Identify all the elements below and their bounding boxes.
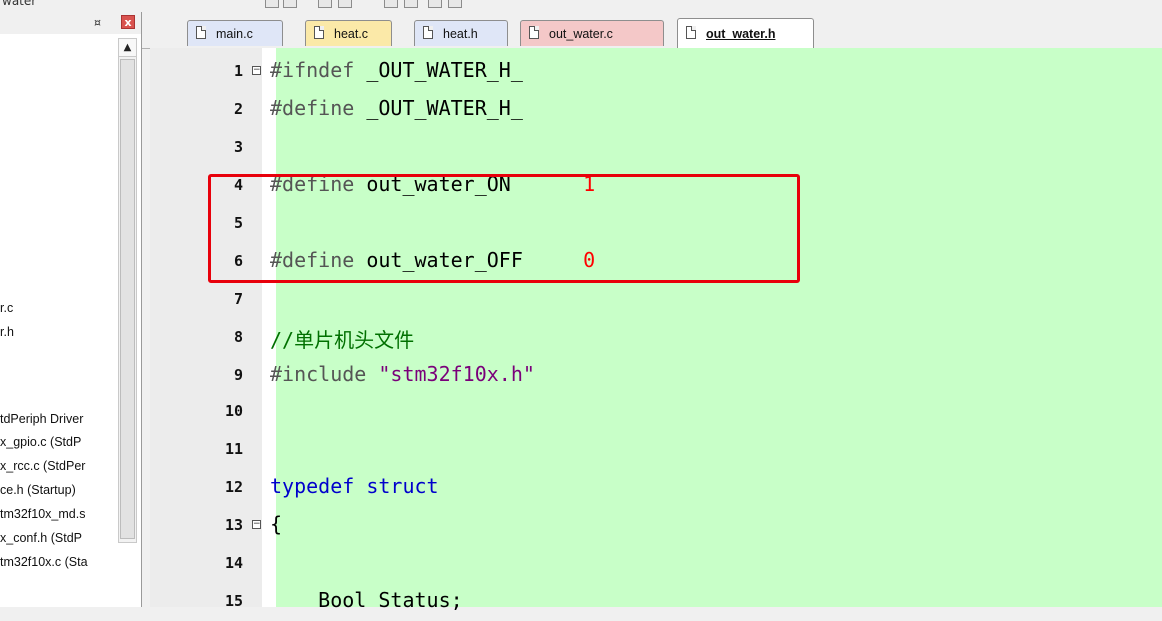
code-line[interactable]: 1− #ifndef _OUT_WATER_H_ xyxy=(150,54,1162,91)
tab-heat-c[interactable]: heat.c xyxy=(305,20,392,46)
project-file-item[interactable]: x_conf.h (StdP xyxy=(0,527,118,549)
line-number: 4 xyxy=(233,176,243,194)
document-icon xyxy=(196,26,206,39)
toolbar-icon-2[interactable] xyxy=(283,0,297,8)
code-text: #define out_water_OFF 0 xyxy=(270,248,595,272)
document-icon xyxy=(529,26,539,39)
code-line[interactable]: 12 typedef struct xyxy=(150,470,1162,507)
code-text: #define _OUT_WATER_H_ xyxy=(270,96,523,120)
tab-label: heat.h xyxy=(443,27,478,41)
code-line[interactable]: 5 xyxy=(150,206,1162,243)
code-token-pp: #include xyxy=(270,362,367,386)
code-token-rest: { xyxy=(270,512,283,536)
code-token-rest: _OUT_WATER_H_ xyxy=(354,96,523,120)
line-number: 13 xyxy=(224,516,243,534)
line-number: 9 xyxy=(233,366,243,384)
editor-tab-bar: main.c heat.c heat.h out_water.c out_wat… xyxy=(142,12,1162,49)
document-icon xyxy=(423,26,433,39)
code-token-num: 0 xyxy=(583,248,596,272)
toolbar-icon-5[interactable] xyxy=(384,0,398,8)
scroll-thumb[interactable] xyxy=(120,59,135,539)
toolbar-icon-8[interactable] xyxy=(448,0,462,8)
code-line[interactable]: 4 #define out_water_ON 1 xyxy=(150,168,1162,205)
code-line[interactable]: 9 #include "stm32f10x.h" xyxy=(150,358,1162,395)
toolbar-icon-6[interactable] xyxy=(404,0,418,8)
code-text: #define out_water_ON 1 xyxy=(270,172,595,196)
project-panel: ¤ x ▲ r.c r.h tdPeriph Driver x_gpio.c (… xyxy=(0,12,142,607)
code-text: //单片机头文件 xyxy=(270,324,414,353)
project-panel-header: ¤ x xyxy=(0,12,141,34)
pin-icon[interactable]: ¤ xyxy=(94,16,101,29)
line-number: 2 xyxy=(233,100,243,118)
document-icon xyxy=(686,26,696,39)
code-token-rest: out_water_ON xyxy=(354,172,584,196)
tab-label: main.c xyxy=(216,27,253,41)
code-line[interactable]: 2 #define _OUT_WATER_H_ xyxy=(150,92,1162,129)
fold-collapse-icon[interactable]: − xyxy=(252,66,261,75)
document-icon xyxy=(314,26,324,39)
fold-collapse-icon[interactable]: − xyxy=(252,520,261,529)
code-token-pp: #define xyxy=(270,248,355,272)
line-number: 10 xyxy=(224,402,243,420)
code-token-num: 1 xyxy=(583,172,596,196)
code-token-pp: #define xyxy=(270,172,355,196)
tab-label: heat.c xyxy=(334,27,369,41)
tab-heat-h[interactable]: heat.h xyxy=(414,20,508,46)
line-number: 5 xyxy=(233,214,243,232)
toolbar-icon-1[interactable] xyxy=(265,0,279,8)
code-text: #ifndef _OUT_WATER_H_ xyxy=(270,58,523,82)
code-token-cmt: //单片机头文件 xyxy=(270,328,415,352)
project-file-item[interactable]: tm32f10x.c (Sta xyxy=(0,551,118,573)
tab-out-water-c[interactable]: out_water.c xyxy=(520,20,664,46)
code-token-kw: typedef struct xyxy=(270,474,439,498)
code-text: typedef struct xyxy=(270,474,439,498)
line-number: 7 xyxy=(233,290,243,308)
code-token-rest: Bool Status; xyxy=(270,588,463,612)
line-number: 1 xyxy=(233,62,243,80)
code-token-rest: _OUT_WATER_H_ xyxy=(354,58,523,82)
code-token-pp: #define xyxy=(270,96,355,120)
code-text: { xyxy=(270,512,282,536)
project-file-item[interactable]: tdPeriph Driver xyxy=(0,408,118,430)
toolbar-icon-4[interactable] xyxy=(338,0,352,8)
code-token-rest: out_water_OFF xyxy=(354,248,584,272)
toolbar-icon-3[interactable] xyxy=(318,0,332,8)
project-file-item[interactable]: tm32f10x_md.s xyxy=(0,503,118,525)
line-number: 12 xyxy=(224,478,243,496)
code-line[interactable]: 3 xyxy=(150,130,1162,167)
tab-out-water-h[interactable]: out_water.h xyxy=(677,18,814,48)
code-text: #include "stm32f10x.h" xyxy=(270,362,535,386)
line-number: 15 xyxy=(224,592,243,610)
project-file-item[interactable]: ce.h (Startup) xyxy=(0,479,118,501)
line-number: 3 xyxy=(233,138,243,156)
code-line[interactable]: 10 xyxy=(150,394,1162,431)
code-line[interactable]: 8 //单片机头文件 xyxy=(150,320,1162,357)
code-token-str: "stm32f10x.h" xyxy=(366,362,535,386)
toolbar-icon-7[interactable] xyxy=(428,0,442,8)
line-number: 14 xyxy=(224,554,243,572)
line-number: 6 xyxy=(233,252,243,270)
project-panel-scrollbar[interactable]: ▲ xyxy=(118,38,137,543)
code-line[interactable]: 11 xyxy=(150,432,1162,469)
project-file-item[interactable]: x_gpio.c (StdP xyxy=(0,431,118,453)
line-number: 11 xyxy=(224,440,243,458)
code-line[interactable]: 7 xyxy=(150,282,1162,319)
tab-main-c[interactable]: main.c xyxy=(187,20,283,46)
code-line[interactable]: 6 #define out_water_OFF 0 xyxy=(150,244,1162,281)
close-icon[interactable]: x xyxy=(121,15,135,29)
code-line[interactable]: 13−{ xyxy=(150,508,1162,545)
scroll-up-arrow-icon[interactable]: ▲ xyxy=(119,39,136,57)
line-number: 8 xyxy=(233,328,243,346)
toolbar-text: water xyxy=(2,0,37,8)
code-token-pp: #ifndef xyxy=(270,58,355,82)
tab-label: out_water.c xyxy=(549,27,613,41)
code-text: Bool Status; xyxy=(270,588,463,612)
code-editor[interactable]: 1− #ifndef _OUT_WATER_H_ 2 #define _OUT_WAT… xyxy=(150,48,1162,612)
code-line[interactable]: 14 xyxy=(150,546,1162,583)
project-file-item[interactable]: x_rcc.c (StdPer xyxy=(0,455,118,477)
project-file-item[interactable]: r.h xyxy=(0,321,118,343)
code-line[interactable]: 15 Bool Status; xyxy=(150,584,1162,621)
tab-label: out_water.h xyxy=(706,27,776,41)
project-file-item[interactable]: r.c xyxy=(0,297,118,319)
